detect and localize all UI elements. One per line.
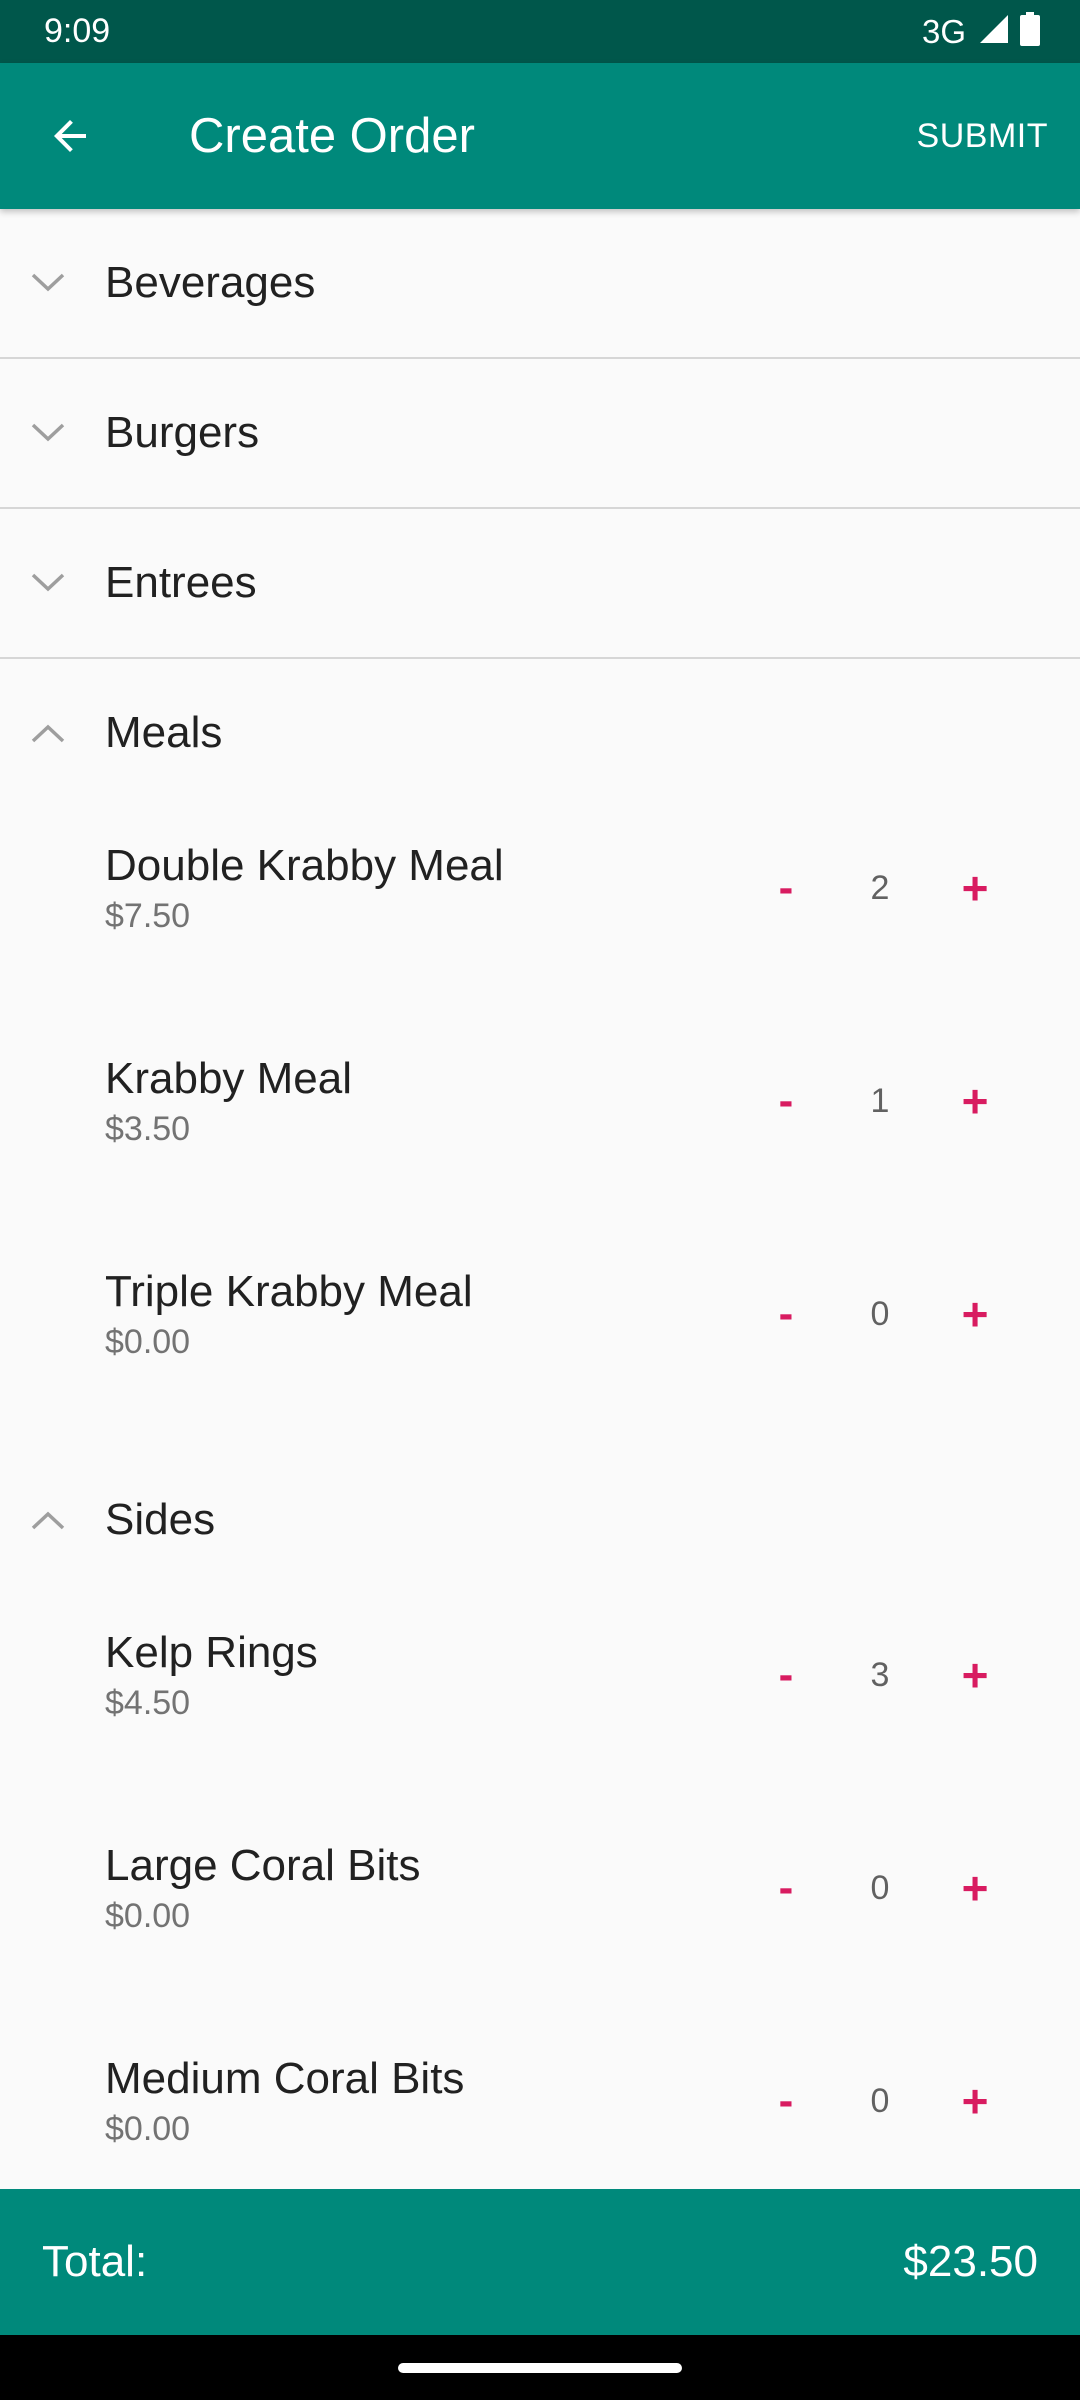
increase-quantity-button[interactable]: +	[940, 1853, 1010, 1923]
increase-quantity-button[interactable]: +	[940, 1066, 1010, 1136]
group-header-burgers[interactable]: Burgers	[0, 359, 1080, 509]
app-screen: 9:09 3G Create Order SUBMIT Beverages Bur…	[0, 0, 1080, 2400]
group-label: Entrees	[105, 558, 257, 607]
network-type: 3G	[921, 13, 966, 50]
item-price: $0.00	[105, 1323, 191, 1361]
list-item: Triple Krabby Meal $0.00 - 0 +	[0, 1233, 1080, 1446]
increase-quantity-button[interactable]: +	[940, 853, 1010, 923]
group-header-sides[interactable]: Sides	[0, 1446, 1080, 1594]
status-bar: 9:09 3G	[0, 0, 1080, 63]
navigation-bar	[0, 2335, 1080, 2400]
submit-button[interactable]: SUBMIT	[917, 63, 1048, 209]
list-item: Double Krabby Meal $7.50 - 2 +	[0, 807, 1080, 1020]
item-price: $0.00	[105, 1897, 191, 1935]
total-value: $23.50	[903, 2237, 1038, 2286]
quantity-value: 0	[870, 2082, 890, 2120]
group-label: Sides	[105, 1495, 216, 1544]
group-label: Meals	[105, 708, 223, 757]
item-name: Double Krabby Meal	[105, 841, 504, 890]
decrease-quantity-button[interactable]: -	[751, 1066, 821, 1136]
status-indicators: 3G	[922, 0, 1040, 63]
item-price: $7.50	[105, 897, 191, 935]
quantity-value: 2	[870, 869, 890, 907]
item-name: Krabby Meal	[105, 1054, 353, 1103]
chevron-down-icon	[28, 563, 68, 603]
arrow-left-icon	[54, 120, 86, 152]
app-bar: Create Order SUBMIT	[0, 63, 1080, 209]
item-name: Triple Krabby Meal	[105, 1267, 473, 1316]
page-title: Create Order	[189, 109, 475, 163]
quantity-value: 3	[870, 1656, 890, 1694]
quantity-value: 1	[870, 1082, 890, 1120]
list-item: Krabby Meal $3.50 - 1 +	[0, 1020, 1080, 1233]
decrease-quantity-button[interactable]: -	[751, 1279, 821, 1349]
group-label: Beverages	[105, 258, 316, 307]
increase-quantity-button[interactable]: +	[940, 1640, 1010, 1710]
decrease-quantity-button[interactable]: -	[751, 853, 821, 923]
item-price: $0.00	[105, 2110, 191, 2148]
increase-quantity-button[interactable]: +	[940, 1279, 1010, 1349]
group-header-entrees[interactable]: Entrees	[0, 509, 1080, 659]
quantity-value: 0	[870, 1295, 890, 1333]
item-price: $3.50	[105, 1110, 191, 1148]
status-time: 9:09	[44, 12, 111, 50]
list-item: Medium Coral Bits $0.00 - 0 +	[0, 2020, 1080, 2189]
item-name: Large Coral Bits	[105, 1841, 421, 1890]
group-header-meals[interactable]: Meals	[0, 659, 1080, 807]
signal-icon	[978, 13, 1010, 50]
chevron-up-icon	[28, 1500, 68, 1540]
chevron-up-icon	[28, 713, 68, 753]
list-item: Kelp Rings $4.50 - 3 +	[0, 1594, 1080, 1807]
item-name: Kelp Rings	[105, 1628, 318, 1677]
chevron-down-icon	[28, 263, 68, 303]
decrease-quantity-button[interactable]: -	[751, 2066, 821, 2136]
total-bar: Total: $23.50	[0, 2189, 1080, 2335]
item-price: $4.50	[105, 1684, 191, 1722]
back-button[interactable]	[30, 96, 110, 176]
chevron-down-icon	[28, 413, 68, 453]
order-list[interactable]: Beverages Burgers Entrees Meals Double Krabb…	[0, 209, 1080, 2189]
group-label: Burgers	[105, 408, 260, 457]
decrease-quantity-button[interactable]: -	[751, 1853, 821, 1923]
battery-icon	[1020, 12, 1040, 51]
item-name: Medium Coral Bits	[105, 2054, 465, 2103]
group-header-beverages[interactable]: Beverages	[0, 209, 1080, 359]
home-handle[interactable]	[398, 2363, 682, 2373]
increase-quantity-button[interactable]: +	[940, 2066, 1010, 2136]
list-item: Large Coral Bits $0.00 - 0 +	[0, 1807, 1080, 2020]
decrease-quantity-button[interactable]: -	[751, 1640, 821, 1710]
quantity-value: 0	[870, 1869, 890, 1907]
total-label: Total:	[42, 2237, 148, 2286]
